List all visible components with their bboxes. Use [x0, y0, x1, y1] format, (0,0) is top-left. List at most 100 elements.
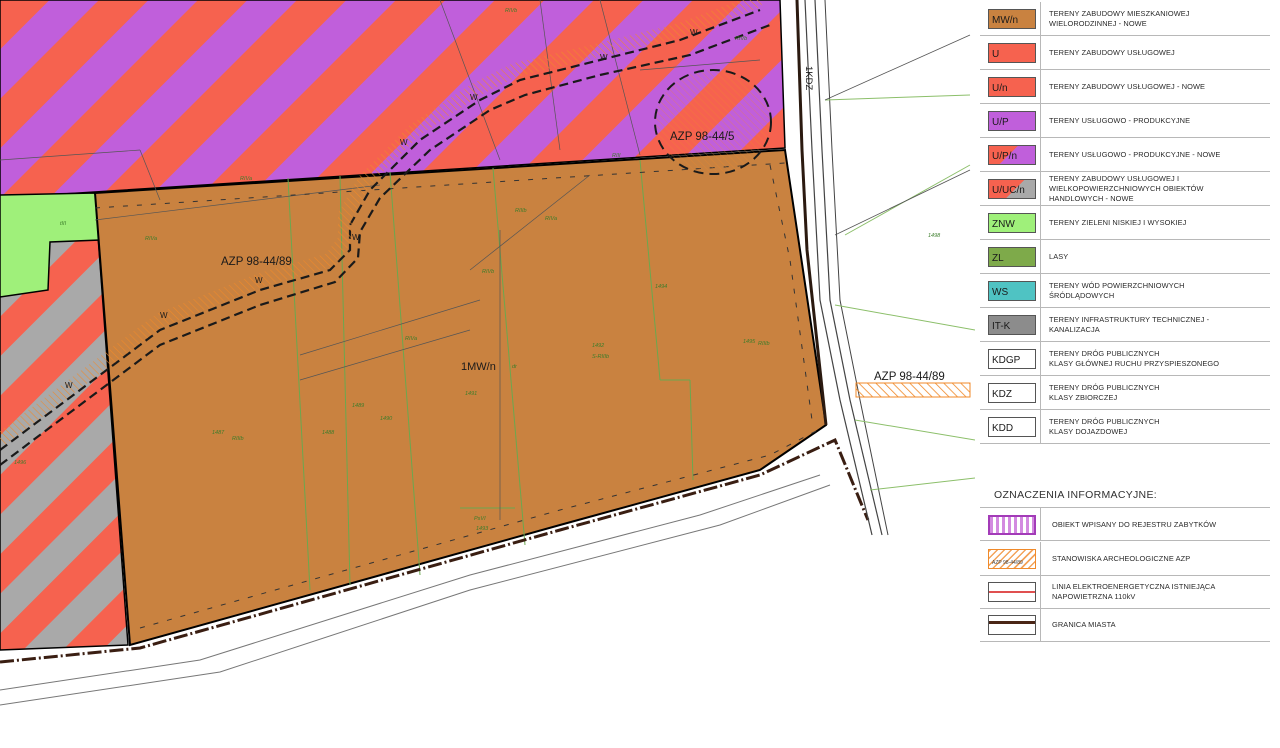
small-label-1494: 1494: [655, 284, 667, 290]
small-label-s-riiib: S-RIIIb: [592, 354, 609, 360]
legend-swatch: KDZ: [988, 383, 1036, 403]
legend-swatch: MW/n: [988, 9, 1036, 29]
legend-description-line: WIELORODZINNEJ - NOWE: [1049, 19, 1147, 28]
small-label-riiib-3: RIIIb: [758, 341, 770, 347]
power-line-w-1: W: [65, 381, 73, 390]
legend-row-divider: [1040, 2, 1041, 35]
legend-row: IT-K TERENY INFRASTRUKTURY TECHNICZNEJ -K…: [980, 308, 1270, 342]
info-swatch-label: AZP 98-44/89: [992, 560, 1023, 566]
legend-swatch: U/n: [988, 77, 1036, 97]
azp-circle-5: [654, 69, 772, 175]
legend-description-line: KLASY DOJAZDOWEJ: [1049, 427, 1128, 436]
info-description: STANOWISKA ARCHEOLOGICZNE AZP: [1052, 554, 1267, 564]
label-1kdz: 1KDZ: [803, 66, 814, 90]
legend-description: TERENY DRÓG PUBLICZNYCH KLASY DOJAZDOWEJ: [1049, 417, 1264, 437]
legend-description: TERENY USŁUGOWO - PRODUKCYJNE: [1049, 116, 1264, 126]
legend-row: WS TERENY WÓD POWIERZCHNIOWYCH ŚRÓDLĄDOWYC…: [980, 274, 1270, 308]
legend-description-line: TERENY DRÓG PUBLICZNYCH: [1049, 417, 1160, 426]
power-line-w-8: W: [690, 28, 698, 37]
legend-description-line: ŚRÓDLĄDOWYCH: [1049, 291, 1115, 300]
legend-description-line: KLASY GŁÓWNEJ RUCHU PRZYSPIESZONEGO: [1049, 359, 1220, 368]
legend-description-line: TERENY ZABUDOWY USŁUGOWEJ: [1049, 48, 1175, 57]
legend-code: U/P/n: [992, 151, 1018, 162]
legend-swatch: U/UC/n: [988, 179, 1036, 199]
legend-description-line: TERENY INFRASTRUKTURY TECHNICZNEJ -: [1049, 315, 1210, 324]
legend-description-line: TERENY ZABUDOWY MIESZKANIOWEJ: [1049, 9, 1190, 18]
azp-marker-right: [855, 382, 971, 398]
legend-description: TERENY DRÓG PUBLICZNYCH KLASY ZBIORCZEJ: [1049, 383, 1264, 403]
small-label-riii-1: RIII: [612, 153, 621, 159]
map-legend: MW/n TERENY ZABUDOWY MIESZKANIOWEJ WIELORO…: [980, 0, 1270, 748]
zone-mwn: [93, 148, 828, 647]
legend-row-divider: [1040, 36, 1041, 69]
legend-description: TERENY ZABUDOWY USŁUGOWEJ - NOWE: [1049, 82, 1264, 92]
label-1mwn: 1MW/n: [461, 361, 496, 373]
legend-code: MW/n: [992, 15, 1019, 26]
legend-description: LASY: [1049, 252, 1264, 262]
legend-description-line: TERENY ZABUDOWY USŁUGOWEJ I: [1049, 174, 1180, 183]
legend-row-divider: [1040, 342, 1041, 375]
info-row: GRANICA MIASTA: [980, 608, 1270, 642]
legend-code: ZNW: [992, 219, 1015, 230]
info-description-line: LINIA ELEKTROENERGETYCZNA ISTNIEJĄCA: [1052, 582, 1216, 591]
label-azp-89-right: AZP 98-44/89: [874, 371, 945, 383]
legend-description: TERENY ZABUDOWY USŁUGOWEJ I WIELKOPOWIERZ…: [1049, 174, 1264, 204]
legend-code: U/P: [992, 117, 1009, 128]
side-gray-lines: [824, 34, 971, 236]
legend-code: U/n: [992, 83, 1008, 94]
legend-row: U/P/n TERENY USŁUGOWO - PRODUKCYJNE - NOW…: [980, 138, 1270, 172]
legend-description: TERENY USŁUGOWO - PRODUKCYJNE - NOWE: [1049, 150, 1264, 160]
power-line-w-3: W: [255, 276, 263, 285]
legend-row: U/P TERENY USŁUGOWO - PRODUKCYJNE: [980, 104, 1270, 138]
label-azp-89-main: AZP 98-44/89: [221, 256, 292, 268]
small-label-rivb-2: RIVb: [735, 36, 747, 42]
legend-code: WS: [992, 287, 1009, 298]
small-label-1489: 1489: [352, 403, 364, 409]
legend-code: IT-K: [992, 321, 1011, 332]
legend-description-line: KLASY ZBIORCZEJ: [1049, 393, 1118, 402]
power-line-w-6: W: [470, 93, 478, 102]
info-description: LINIA ELEKTROENERGETYCZNA ISTNIEJĄCA NAPO…: [1052, 582, 1267, 602]
power-line-w-2: W: [160, 311, 168, 320]
legend-row: U/n TERENY ZABUDOWY USŁUGOWEJ - NOWE: [980, 70, 1270, 104]
small-label-1492: 1492: [592, 343, 604, 349]
legend-description: TERENY INFRASTRUKTURY TECHNICZNEJ - KANAL…: [1049, 315, 1264, 335]
legend-row: ZL LASY: [980, 240, 1270, 274]
legend-swatch: KDD: [988, 417, 1036, 437]
info-description: GRANICA MIASTA: [1052, 620, 1267, 630]
legend-row-divider: [1040, 376, 1041, 409]
small-label-1488: 1488: [322, 430, 335, 436]
info-description-line: STANOWISKA ARCHEOLOGICZNE AZP: [1052, 554, 1191, 563]
legend-description-line: LASY: [1049, 252, 1069, 261]
legend-description-line: KANALIZACJA: [1049, 325, 1100, 334]
legend-description: TERENY ZABUDOWY USŁUGOWEJ: [1049, 48, 1264, 58]
legend-row-divider: [1040, 70, 1041, 103]
info-swatch: [988, 515, 1036, 535]
small-label-1490: 1490: [380, 416, 393, 422]
legend-code: U: [992, 49, 1000, 60]
legend-description-line: TERENY DRÓG PUBLICZNYCH: [1049, 383, 1160, 392]
power-line-w-7: W: [600, 53, 608, 62]
small-label-1491: 1491: [465, 391, 477, 397]
legend-row: KDZ TERENY DRÓG PUBLICZNYCH KLASY ZBIORCZE…: [980, 376, 1270, 410]
legend-row-divider: [1040, 172, 1041, 205]
small-label-1496: 1496: [14, 460, 27, 466]
power-line-w-4: W: [352, 233, 360, 242]
small-label-tiii: tIII: [60, 221, 67, 227]
legend-code: ZL: [992, 253, 1004, 264]
legend-row-divider: [1040, 274, 1041, 307]
small-label-riva-4: RIVa: [405, 336, 417, 342]
legend-description-line: TERENY ZABUDOWY USŁUGOWEJ - NOWE: [1049, 82, 1206, 91]
small-label-psvi: PsVI: [474, 516, 486, 522]
info-description-line: NAPOWIETRZNA 110kV: [1052, 592, 1136, 601]
legend-swatch: U: [988, 43, 1036, 63]
legend-description-line: TERENY DRÓG PUBLICZNYCH: [1049, 349, 1160, 358]
legend-row-divider: [1040, 240, 1041, 273]
legend-row: ZNW TERENY ZIELENI NISKIEJ I WYSOKIEJ: [980, 206, 1270, 240]
legend-row: KDGP TERENY DRÓG PUBLICZNYCH KLASY GŁÓWNEJ…: [980, 342, 1270, 376]
legend-swatch: U/P/n: [988, 145, 1036, 165]
legend-row: U/UC/n TERENY ZABUDOWY USŁUGOWEJ I WIELKOP…: [980, 172, 1270, 206]
legend-description-line: TERENY ZIELENI NISKIEJ I WYSOKIEJ: [1049, 218, 1187, 227]
info-title: OZNACZENIA INFORMACYJNE:: [994, 489, 1157, 501]
legend-description: TERENY WÓD POWIERZCHNIOWYCH ŚRÓDLĄDOWYCH: [1049, 281, 1264, 301]
